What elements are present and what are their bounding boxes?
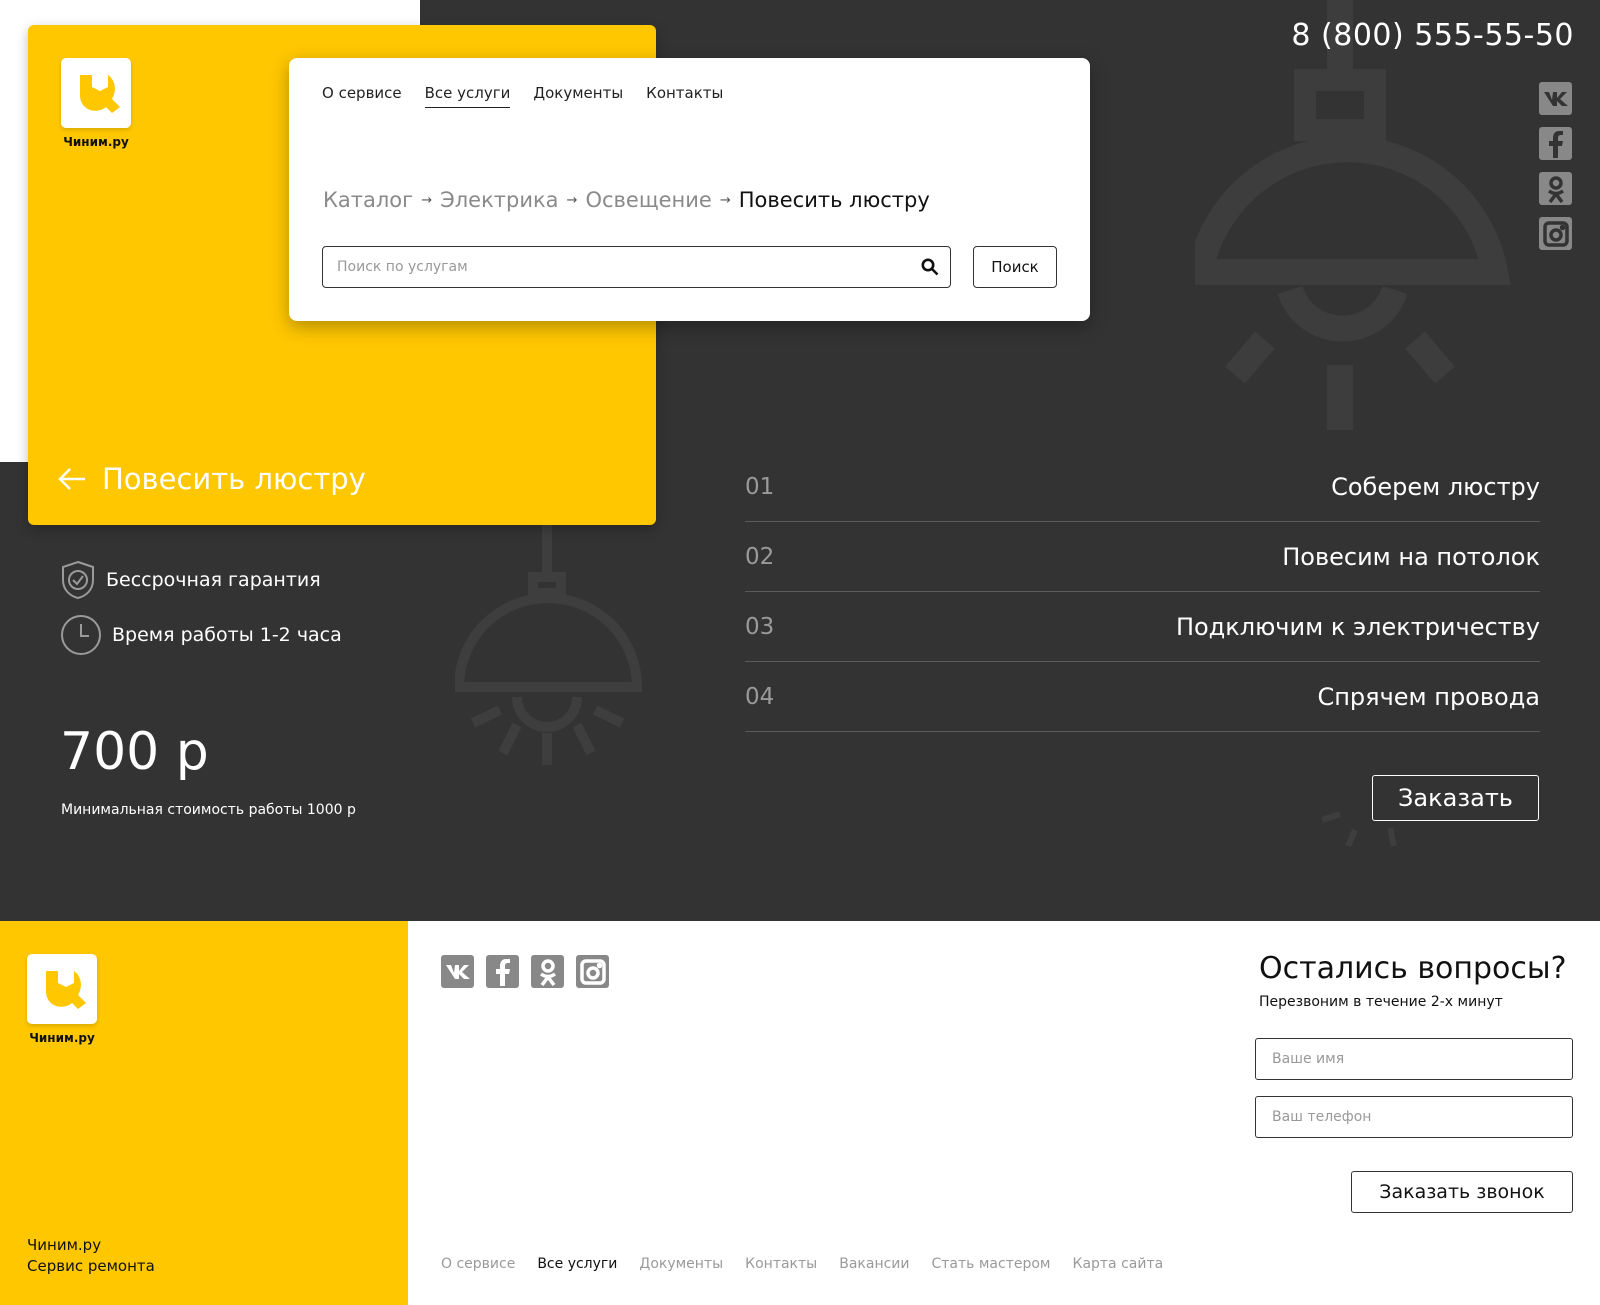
features-list: Бессрочная гарантия Время работы 1-2 час… [60,560,342,670]
breadcrumb-arrow-icon: → [421,192,433,208]
breadcrumb-electrics[interactable]: Электрика [440,188,558,212]
social-links-footer [441,955,609,988]
step-label: Соберем люстру [1331,472,1540,501]
footer-company-tagline: Сервис ремонта [27,1257,155,1275]
social-links-header [1539,82,1572,250]
service-title: Повесить люстру [102,462,366,496]
nav-item-documents[interactable]: Документы [533,84,623,108]
phone-number[interactable]: 8 (800) 555-55-50 [1291,18,1574,53]
footer-nav-become-master[interactable]: Стать мастером [932,1256,1051,1272]
clock-icon [61,615,101,655]
arrow-left-icon [58,468,85,490]
price-note: Минимальная стоимость работы 1000 р [61,802,356,818]
step-label: Спрячем провода [1317,682,1540,711]
search-box [322,246,951,288]
logo[interactable]: Чиним.ру [61,58,131,149]
order-button[interactable]: Заказать [1372,775,1539,821]
footer-brand-panel: Чиним.ру Чиним.ру Сервис ремонта [0,921,408,1305]
logo-text: Чиним.ру [29,1031,95,1045]
questions-subtitle: Перезвоним в течение 2-х минут [1259,994,1503,1010]
footer-nav-about[interactable]: О сервисе [441,1256,515,1272]
footer-logo[interactable]: Чиним.ру [27,954,97,1045]
footer-nav-all-services[interactable]: Все услуги [537,1256,617,1272]
logo-text: Чиним.ру [63,135,129,149]
step-number: 01 [745,473,775,500]
wrench-logo-icon [46,971,86,1009]
breadcrumb-current: Повесить люстру [738,188,930,212]
phone-field[interactable] [1255,1096,1573,1138]
breadcrumb-arrow-icon: → [566,192,578,208]
feature-item: Время работы 1-2 часа [60,614,342,656]
search-input[interactable] [323,247,910,287]
facebook-icon[interactable] [1539,127,1572,160]
step-number: 02 [745,543,775,570]
questions-title: Остались вопросы? [1259,951,1567,986]
lamp-decoration-icon [1195,0,1511,430]
wrench-logo-icon [80,75,120,113]
breadcrumb: Каталог → Электрика → Освещение → Повеси… [323,188,930,212]
name-field[interactable] [1255,1038,1573,1080]
nav-item-contacts[interactable]: Контакты [646,84,723,108]
list-item: 02 Повесим на потолок [745,522,1540,592]
feature-text: Бессрочная гарантия [106,569,321,591]
footer-nav-sitemap[interactable]: Карта сайта [1073,1256,1164,1272]
price: 700 р [60,722,209,782]
footer-company: Чиним.ру Сервис ремонта [27,1235,155,1277]
instagram-icon[interactable] [1539,217,1572,250]
odnoklassniki-icon[interactable] [531,955,564,988]
main-nav: О сервисе Все услуги Документы Контакты [322,84,723,108]
hero-dark-background-left [0,462,420,921]
feature-item: Бессрочная гарантия [60,560,342,600]
footer-nav-contacts[interactable]: Контакты [745,1256,817,1272]
breadcrumb-arrow-icon: → [719,192,731,208]
step-number: 04 [745,683,775,710]
vk-icon[interactable] [1539,82,1572,115]
footer-nav: О сервисе Все услуги Документы Контакты … [441,1256,1163,1272]
lamp-decoration-small-icon [455,525,643,765]
list-item: 04 Спрячем провода [745,662,1540,732]
footer: Чиним.ру Чиним.ру Сервис ремонта Осталис… [0,921,1600,1305]
navigation-card: О сервисе Все услуги Документы Контакты … [289,58,1090,321]
list-item: 01 Соберем люстру [745,452,1540,522]
callback-button[interactable]: Заказать звонок [1351,1171,1573,1213]
hero-section: Чиним.ру Повесить люстру О сервисе Все у… [0,0,1600,921]
feature-text: Время работы 1-2 часа [112,624,342,646]
shield-check-icon [62,560,94,600]
step-label: Подключим к электричеству [1175,612,1540,641]
facebook-icon[interactable] [486,955,519,988]
logo-mark [27,954,97,1024]
search-icon[interactable] [910,258,950,276]
steps-list: 01 Соберем люстру 02 Повесим на потолок … [745,452,1540,732]
footer-nav-vacancies[interactable]: Вакансии [839,1256,909,1272]
footer-company-name: Чиним.ру [27,1236,102,1254]
step-number: 03 [745,613,775,640]
list-item: 03 Подключим к электричеству [745,592,1540,662]
step-label: Повесим на потолок [1282,542,1540,571]
breadcrumb-catalog[interactable]: Каталог [323,188,413,212]
logo-mark [61,58,131,128]
odnoklassniki-icon[interactable] [1539,172,1572,205]
nav-item-about[interactable]: О сервисе [322,84,402,108]
nav-item-all-services[interactable]: Все услуги [424,84,511,108]
breadcrumb-lighting[interactable]: Освещение [585,188,711,212]
back-link[interactable]: Повесить люстру [58,462,366,496]
footer-nav-documents[interactable]: Документы [639,1256,723,1272]
search-button[interactable]: Поиск [973,246,1057,288]
vk-icon[interactable] [441,955,474,988]
instagram-icon[interactable] [576,955,609,988]
